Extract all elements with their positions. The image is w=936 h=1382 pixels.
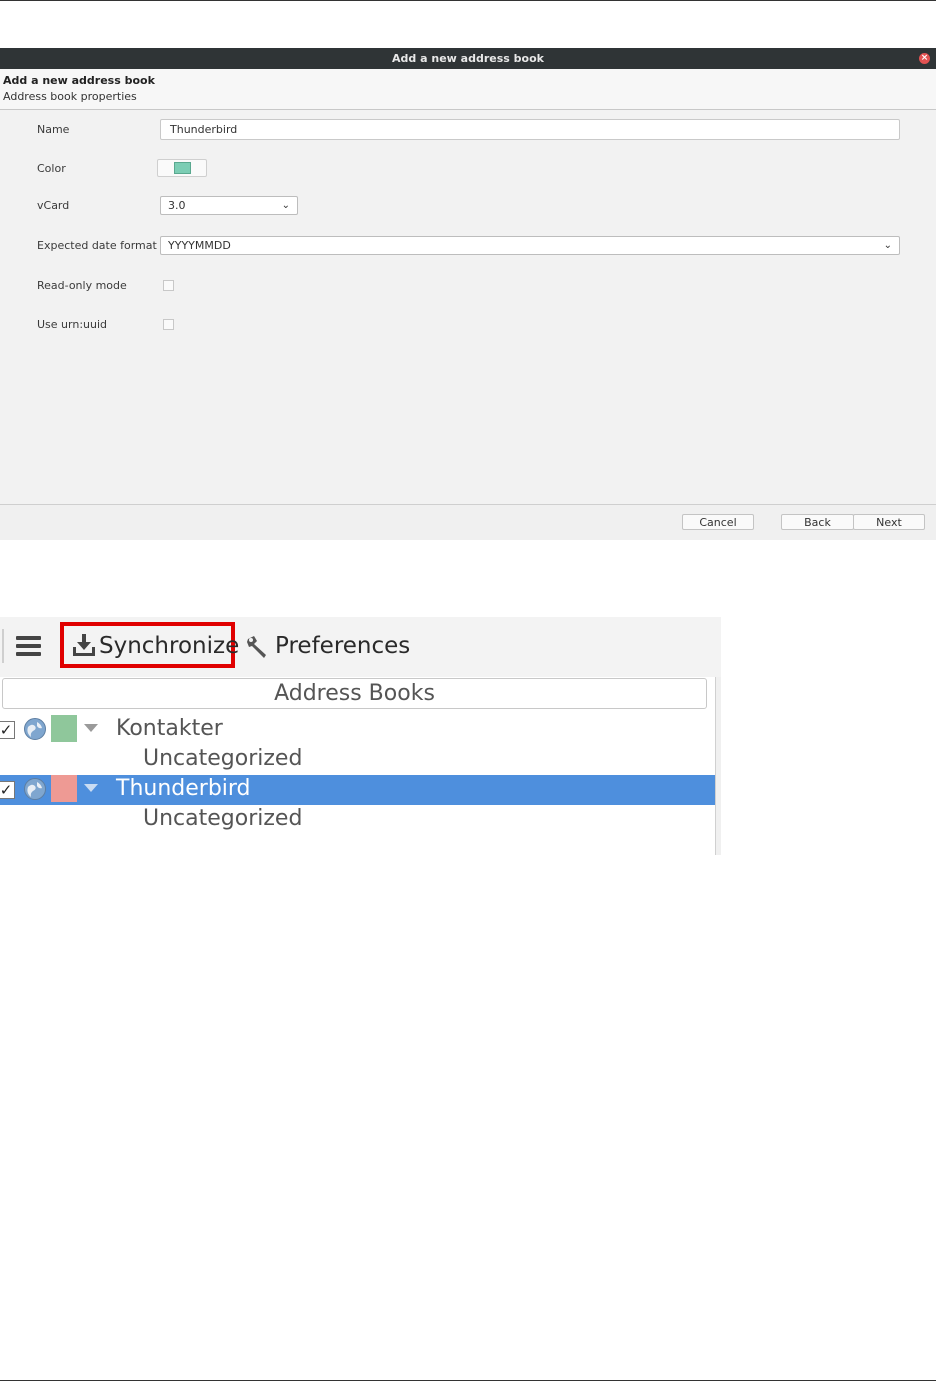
toolbar-separator: [2, 629, 4, 663]
date-format-select-value: YYYYMMDD: [168, 239, 231, 252]
vcard-label: vCard: [37, 199, 70, 212]
synchronize-button[interactable]: Synchronize: [99, 633, 239, 659]
wrench-icon[interactable]: [246, 635, 270, 659]
add-address-book-dialog: Add a new address book × Add a new addre…: [0, 48, 936, 540]
address-book-row-kontakter[interactable]: ✓ Kontakter: [0, 715, 715, 745]
disclosure-triangle-icon[interactable]: [84, 724, 98, 732]
date-format-label: Expected date format: [37, 239, 157, 252]
globe-icon: [24, 778, 46, 800]
address-book-row-thunderbird[interactable]: ✓ Thunderbird: [0, 775, 715, 805]
cancel-button[interactable]: Cancel: [682, 514, 754, 530]
urn-uuid-label: Use urn:uuid: [37, 318, 108, 331]
name-label: Name: [37, 123, 70, 136]
address-books-column-header[interactable]: Address Books: [2, 678, 707, 709]
name-field[interactable]: Thunderbird: [160, 119, 900, 140]
tree-scrollbar[interactable]: [715, 677, 721, 855]
dialog-title: Add a new address book: [392, 52, 544, 65]
category-row[interactable]: Uncategorized: [0, 745, 715, 775]
urn-uuid-checkbox[interactable]: [163, 319, 174, 330]
color-label: Color: [37, 162, 66, 175]
wizard-page-subtitle: Address book properties: [3, 90, 137, 103]
address-book-checkbox[interactable]: ✓: [0, 781, 15, 799]
page-bottom-rule: [0, 1380, 936, 1381]
vcard-select-value: 3.0: [168, 199, 186, 212]
readonly-label: Read-only mode: [37, 279, 127, 292]
address-book-name: Kontakter: [116, 716, 223, 741]
hamburger-menu-icon[interactable]: [16, 636, 41, 656]
category-name: Uncategorized: [143, 746, 303, 771]
close-icon[interactable]: ×: [919, 53, 930, 64]
disclosure-triangle-icon[interactable]: [84, 784, 98, 792]
main-toolbar: Synchronize Preferences: [0, 617, 721, 677]
color-picker-button[interactable]: [157, 159, 207, 177]
color-swatch: [174, 162, 191, 174]
back-button[interactable]: Back: [781, 514, 854, 530]
next-button[interactable]: Next: [853, 514, 925, 530]
dialog-header: Add a new address book Address book prop…: [0, 69, 936, 110]
chevron-down-icon: ⌄: [281, 200, 290, 211]
category-name: Uncategorized: [143, 806, 303, 831]
chevron-down-icon: ⌄: [883, 240, 892, 251]
globe-icon: [24, 718, 46, 740]
address-book-color-swatch: [51, 715, 77, 742]
preferences-button[interactable]: Preferences: [275, 633, 410, 659]
vcard-select[interactable]: 3.0 ⌄: [160, 196, 298, 215]
dialog-footer: Cancel Back Next: [0, 505, 936, 540]
page-top-rule: [0, 0, 936, 1]
address-book-checkbox[interactable]: ✓: [0, 721, 15, 739]
address-book-panel: Synchronize Preferences Address Books ✓ …: [0, 617, 721, 855]
category-row[interactable]: Uncategorized: [0, 805, 715, 835]
address-book-name: Thunderbird: [116, 776, 251, 801]
wizard-page-title: Add a new address book: [3, 74, 155, 87]
address-book-color-swatch: [51, 775, 77, 802]
date-format-select[interactable]: YYYYMMDD ⌄: [160, 236, 900, 255]
dialog-titlebar: Add a new address book ×: [0, 48, 936, 69]
readonly-checkbox[interactable]: [163, 280, 174, 291]
download-icon[interactable]: [72, 633, 96, 657]
